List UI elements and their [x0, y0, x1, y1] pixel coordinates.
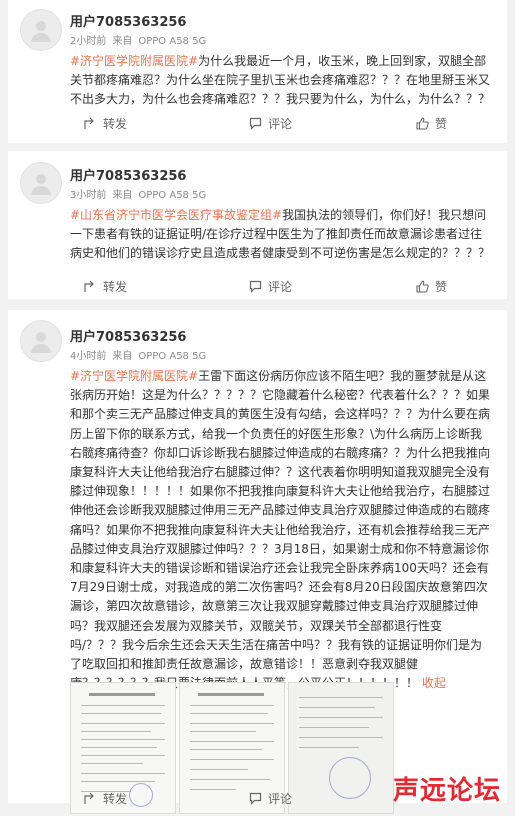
hashtag-link[interactable]: #济宁医学院附属医院# — [70, 369, 198, 383]
avatar[interactable] — [20, 9, 62, 51]
post-time: 3小时前 — [70, 190, 107, 201]
post-meta: 4小时前 来自 OPPO A58 5G — [70, 347, 212, 362]
like-button[interactable]: 赞 — [416, 115, 447, 132]
hashtag-link[interactable]: #济宁医学院附属医院# — [70, 54, 198, 68]
avatar[interactable] — [20, 162, 62, 204]
post-body: #山东省济宁市医学会医疗事故鉴定组#我国执法的领导们，你们好！我只想问一下患者有… — [70, 206, 490, 264]
repost-label: 转发 — [103, 792, 128, 806]
post-text: 王雷下面这份病历你应该不陌生吧？我的噩梦就是从这张病历开始！这是为什么？？？？？… — [70, 369, 491, 691]
comment-label: 评论 — [268, 280, 293, 294]
like-button[interactable]: 赞 — [416, 278, 447, 295]
comment-label: 评论 — [268, 117, 293, 131]
default-avatar-icon — [31, 21, 51, 42]
post-meta: 2小时前 来自 OPPO A58 5G — [70, 32, 212, 47]
repost-button[interactable]: 转发 — [84, 790, 127, 807]
default-avatar-icon — [31, 332, 51, 353]
source-prefix: 来自 — [112, 351, 133, 362]
comment-icon — [249, 280, 262, 293]
default-avatar-icon — [31, 174, 51, 195]
repost-icon — [84, 117, 94, 129]
source-prefix: 来自 — [112, 36, 133, 47]
device-name: OPPO A58 5G — [138, 36, 207, 47]
comment-label: 评论 — [268, 792, 293, 806]
avatar[interactable] — [20, 320, 62, 362]
repost-label: 转发 — [103, 117, 128, 131]
post-body: #济宁医学院附属医院#为什么我最近一个月，收玉米，晚上回到家，双腿全部关节都疼痛… — [70, 52, 490, 110]
like-icon — [416, 280, 429, 293]
post-time: 2小时前 — [70, 36, 107, 47]
comment-button[interactable]: 评论 — [249, 115, 292, 132]
collapse-link[interactable]: 收起 — [422, 676, 446, 690]
comment-icon — [249, 792, 262, 805]
action-bar: 转发 评论 赞 — [8, 278, 507, 304]
action-bar: 转发 评论 赞 — [8, 115, 507, 141]
username[interactable]: 用户7085363256 — [70, 326, 186, 345]
post-body: #济宁医学院附属医院#王雷下面这份病历你应该不陌生吧？我的噩梦就是从这张病历开始… — [70, 367, 490, 693]
like-icon — [416, 117, 429, 130]
repost-label: 转发 — [103, 280, 128, 294]
username[interactable]: 用户7085363256 — [70, 165, 186, 184]
post-card: 用户7085363256 2小时前 来自 OPPO A58 5G #济宁医学院附属医… — [8, 0, 507, 143]
post-meta: 3小时前 来自 OPPO A58 5G — [70, 186, 212, 201]
post-card: 用户7085363256 4小时前 来自 OPPO A58 5G #济宁医学院附属医… — [8, 310, 507, 814]
site-watermark: 声远论坛 — [392, 776, 501, 806]
device-name: OPPO A58 5G — [138, 351, 207, 362]
source-prefix: 来自 — [112, 190, 133, 201]
comment-button[interactable]: 评论 — [249, 790, 292, 807]
post-card: 用户7085363256 3小时前 来自 OPPO A58 5G #山东省济宁市医学… — [8, 151, 507, 299]
hashtag-link[interactable]: #山东省济宁市医学会医疗事故鉴定组# — [70, 208, 282, 222]
repost-icon — [84, 280, 94, 292]
post-time: 4小时前 — [70, 351, 107, 362]
like-label: 赞 — [435, 280, 448, 294]
comment-icon — [249, 117, 262, 130]
repost-button[interactable]: 转发 — [84, 115, 127, 132]
like-label: 赞 — [435, 117, 448, 131]
comment-button[interactable]: 评论 — [249, 278, 292, 295]
username[interactable]: 用户7085363256 — [70, 11, 186, 30]
device-name: OPPO A58 5G — [138, 190, 207, 201]
repost-button[interactable]: 转发 — [84, 278, 127, 295]
repost-icon — [84, 792, 94, 804]
